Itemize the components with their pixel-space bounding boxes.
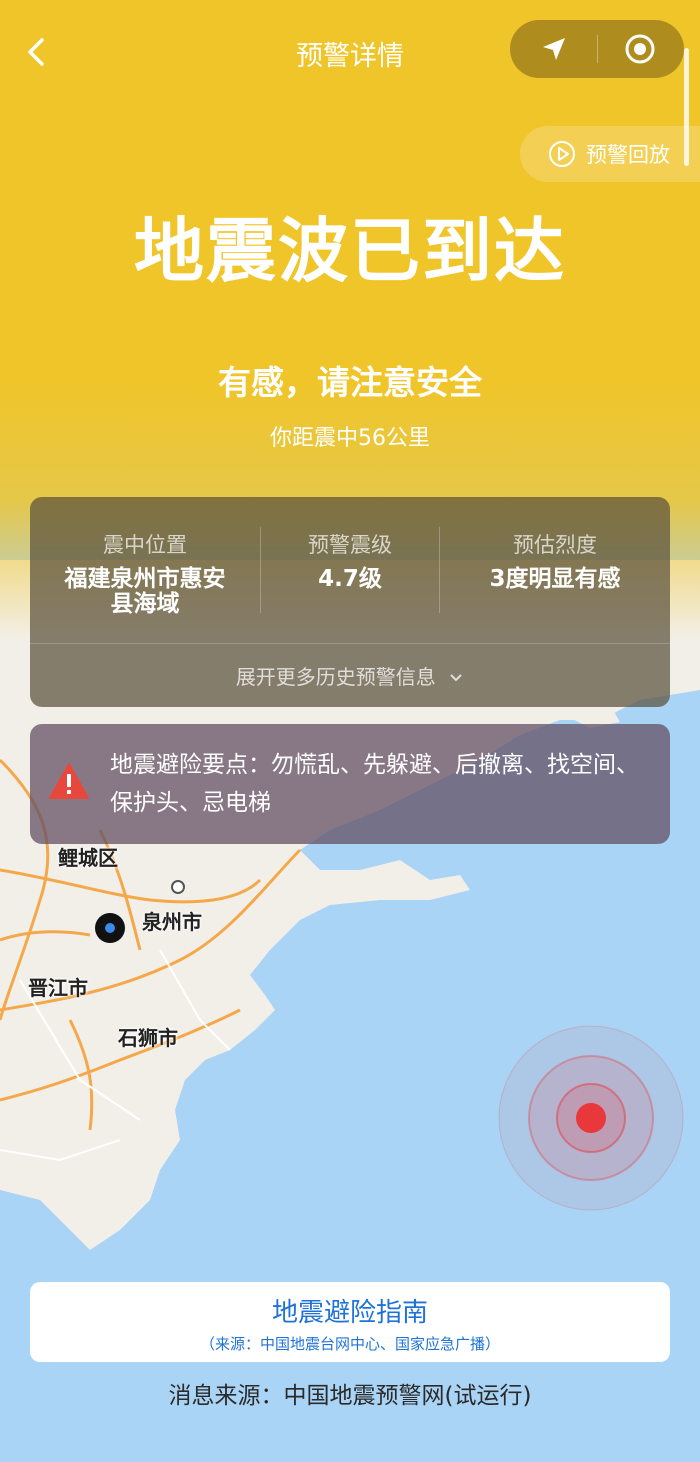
alert-replay-label: 预警回放 [586,143,670,167]
safety-guide-source: （来源：中国地震台网中心、国家应急广播） [199,1335,500,1353]
epicenter-value: 福建泉州市惠安县海域 [64,566,226,617]
map-label-licheng: 鲤城区 [58,846,118,870]
column-divider [439,527,440,613]
safety-tips-card: 地震避险要点：勿慌乱、先躲避、后撤离、找空间、保护头、忌电梯 [30,724,670,844]
expand-history-button[interactable]: 展开更多历史预警信息 [30,661,670,690]
play-circle-icon [549,141,575,167]
map-label-jinjiang: 晋江市 [28,976,88,1000]
alert-replay-button[interactable]: 预警回放 [520,126,700,182]
map-label-shishi: 石狮市 [118,1026,178,1050]
earthquake-info-card: 震中位置 福建泉州市惠安县海域 预警震级 4.7级 预估烈度 3度明显有感 展开… [30,497,670,707]
safety-tips-text: 地震避险要点：勿慌乱、先躲避、后撤离、找空间、保护头、忌电梯 [110,752,639,816]
epicenter-label: 震中位置 [103,533,187,557]
target-icon [625,34,655,64]
intensity-column: 预估烈度 3度明显有感 [442,529,668,592]
safety-guide-title: 地震避险指南 [271,1298,428,1328]
intensity-label: 预估烈度 [513,533,597,557]
column-divider [260,527,261,613]
warning-icon [48,762,90,804]
header-capsule [510,20,684,78]
magnitude-column: 预警震级 4.7级 [262,529,438,592]
epicenter-marker[interactable] [498,1025,684,1211]
card-divider [30,643,670,644]
epicenter-column: 震中位置 福建泉州市惠安县海域 [42,529,248,617]
capsule-divider [597,35,598,63]
chevron-down-icon [450,674,462,682]
location-button[interactable] [534,32,574,66]
user-location-marker [95,913,125,943]
alert-advice: 有感，请注意安全 [218,363,482,402]
expand-history-label: 展开更多历史预警信息 [235,665,436,689]
target-button[interactable] [620,32,660,66]
alert-headline: 地震波已到达 [134,210,566,292]
map-label-quanzhou: 泉州市 [142,910,202,934]
epicenter-distance: 你距震中56公里 [270,426,430,451]
navigation-arrow-icon [543,38,565,60]
message-source: 消息来源：中国地震预警网(试运行) [168,1383,532,1409]
earthquake-alert-screen: 鲤城区 泉州市 晋江市 石狮市 预警详情 预警回放 地震波已到达 有感，请注意安… [0,0,700,1462]
city-dot-marker [171,880,185,894]
intensity-value: 3度明显有感 [489,566,621,592]
safety-guide-button[interactable]: 地震避险指南 （来源：中国地震台网中心、国家应急广播） [30,1282,670,1362]
magnitude-value: 4.7级 [318,566,382,592]
magnitude-label: 预警震级 [308,533,392,557]
